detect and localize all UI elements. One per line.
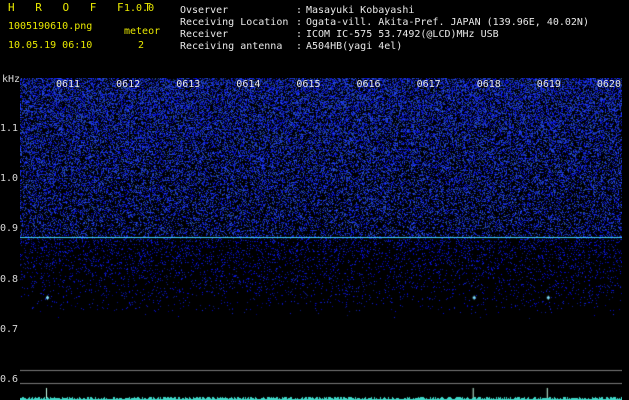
location-separator: : xyxy=(296,17,303,28)
antenna-value: A504HB(yagi 4el) xyxy=(306,41,403,52)
observer-value: Masayuki Kobayashi xyxy=(306,5,415,16)
observer-label: Ovserver xyxy=(180,5,229,16)
meteor-label: meteor xyxy=(124,26,161,37)
x-tick-label: 0619 xyxy=(536,79,561,90)
y-tick-label: 0.8 xyxy=(0,273,19,285)
x-tick-label: 0611 xyxy=(56,79,81,90)
y-tick-label: 0.7 xyxy=(0,323,19,335)
y-tick-label: 0.9 xyxy=(0,223,19,235)
app-version: 1.0.0 xyxy=(124,3,155,14)
filename-label: 1005190610.png xyxy=(8,21,93,32)
x-tick-label: 0616 xyxy=(356,79,381,90)
x-tick-label: 0614 xyxy=(236,79,261,90)
spectrogram-canvas xyxy=(20,78,622,400)
y-tick-label: 1.0 xyxy=(0,173,19,185)
receiver-value: ICOM IC-575 53.7492(@LCD)MHz USB xyxy=(306,29,499,40)
x-tick-label: 0615 xyxy=(296,79,321,90)
meteor-count: 2 xyxy=(138,40,145,51)
x-tick-label: 0612 xyxy=(116,79,141,90)
location-value: Ogata-vill. Akita-Pref. JAPAN (139.96E, … xyxy=(306,17,589,28)
x-tick-label: 0617 xyxy=(416,79,441,90)
x-tick-label: 0620 xyxy=(596,79,621,90)
receiver-separator: : xyxy=(296,29,303,40)
hrofft-window: H R O F F T 1.0.0 1005190610.png 10.05.1… xyxy=(0,0,629,400)
y-axis-unit: kHz xyxy=(2,74,21,85)
location-label: Receiving Location xyxy=(180,17,289,28)
antenna-separator: : xyxy=(296,41,303,52)
y-tick-label: 0.6 xyxy=(0,374,19,385)
datetime-label: 10.05.19 06:10 xyxy=(8,40,93,51)
antenna-label: Receiving antenna xyxy=(180,41,283,52)
x-tick-label: 0618 xyxy=(476,79,501,90)
observer-separator: : xyxy=(296,5,303,16)
x-tick-label: 0613 xyxy=(176,79,201,90)
y-tick-label: 1.1 xyxy=(0,123,19,134)
receiver-label: Receiver xyxy=(180,29,229,40)
